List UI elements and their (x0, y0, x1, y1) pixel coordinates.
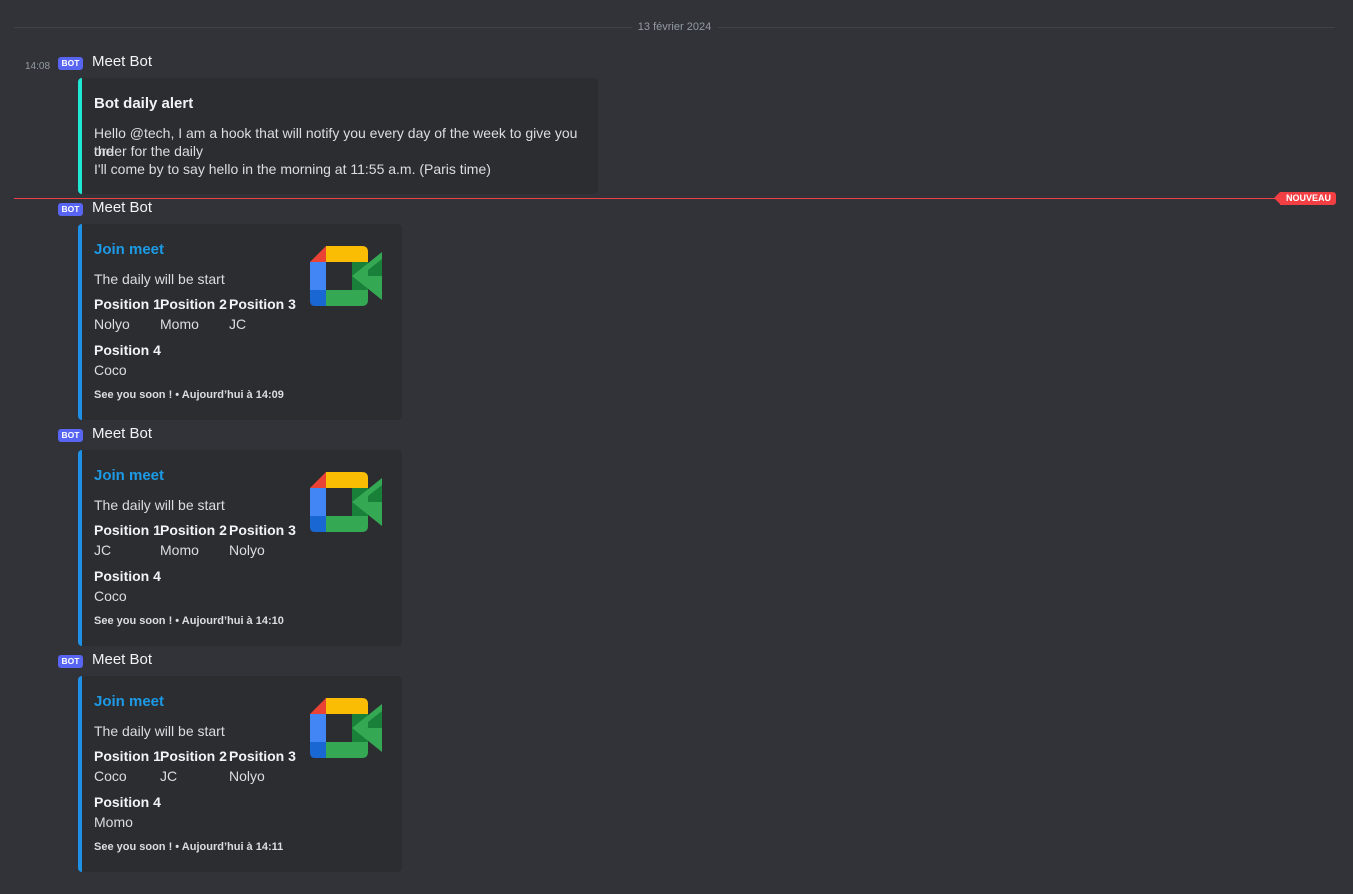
join-meet-link[interactable]: Join meet (94, 467, 164, 484)
field-position-2-value: Momo (160, 542, 199, 558)
embed-description-line: order for the daily (94, 143, 203, 159)
field-position-3-name: Position 3 (229, 522, 296, 538)
new-messages-divider: NOUVEAU (14, 192, 1336, 205)
embed-description: The daily will be start (94, 271, 225, 287)
field-position-1-name: Position 1 (94, 522, 161, 538)
field-position-4-name: Position 4 (94, 568, 161, 584)
google-meet-icon[interactable] (310, 246, 390, 312)
field-position-4-value: Momo (94, 814, 133, 830)
field-position-1-value: Nolyo (94, 316, 130, 332)
field-position-1-value: Coco (94, 768, 127, 784)
field-position-3-value: Nolyo (229, 768, 265, 784)
embed-description: The daily will be start (94, 497, 225, 513)
google-meet-icon[interactable] (310, 698, 390, 764)
embed-description-line: I'll come by to say hello in the morning… (94, 161, 491, 177)
bot-tag: BOT (58, 203, 83, 216)
embed-description: The daily will be start (94, 723, 225, 739)
date-divider-label: 13 février 2024 (631, 19, 718, 35)
embed-bot-daily-alert: Bot daily alert Hello @tech, I am a hook… (78, 78, 598, 194)
author-name[interactable]: Meet Bot (92, 651, 152, 668)
field-position-3-name: Position 3 (229, 748, 296, 764)
embed-join-meet: Join meet The daily will be start Positi… (78, 676, 402, 872)
author-name[interactable]: Meet Bot (92, 53, 152, 70)
field-position-4-value: Coco (94, 588, 127, 604)
field-position-4-name: Position 4 (94, 794, 161, 810)
bot-tag: BOT (58, 429, 83, 442)
new-badge: NOUVEAU (1273, 192, 1336, 205)
bot-tag: BOT (58, 57, 83, 70)
field-position-3-name: Position 3 (229, 296, 296, 312)
field-position-2-name: Position 2 (160, 296, 227, 312)
author-name[interactable]: Meet Bot (92, 199, 152, 216)
field-position-2-value: Momo (160, 316, 199, 332)
google-meet-icon[interactable] (310, 472, 390, 538)
bot-tag: BOT (58, 655, 83, 668)
field-position-2-name: Position 2 (160, 522, 227, 538)
field-position-1-value: JC (94, 542, 112, 558)
field-position-4-value: Coco (94, 362, 127, 378)
join-meet-link[interactable]: Join meet (94, 693, 164, 710)
field-position-3-value: JC (229, 316, 247, 332)
field-position-3-value: Nolyo (229, 542, 265, 558)
field-position-1-name: Position 1 (94, 296, 161, 312)
date-divider: 13 février 2024 (14, 19, 1335, 35)
field-position-2-value: JC (160, 768, 178, 784)
field-position-2-name: Position 2 (160, 748, 227, 764)
field-position-4-name: Position 4 (94, 342, 161, 358)
embed-footer: See you soon ! • Aujourd’hui à 14:09 (94, 389, 284, 401)
embed-join-meet: Join meet The daily will be start Positi… (78, 224, 402, 420)
join-meet-link[interactable]: Join meet (94, 241, 164, 258)
embed-join-meet: Join meet The daily will be start Positi… (78, 450, 402, 646)
field-position-1-name: Position 1 (94, 748, 161, 764)
embed-title: Bot daily alert (94, 95, 194, 112)
author-name[interactable]: Meet Bot (92, 425, 152, 442)
message-timestamp: 14:08 (25, 61, 51, 72)
embed-footer: See you soon ! • Aujourd’hui à 14:10 (94, 615, 284, 627)
embed-footer: See you soon ! • Aujourd’hui à 14:11 (94, 841, 284, 853)
